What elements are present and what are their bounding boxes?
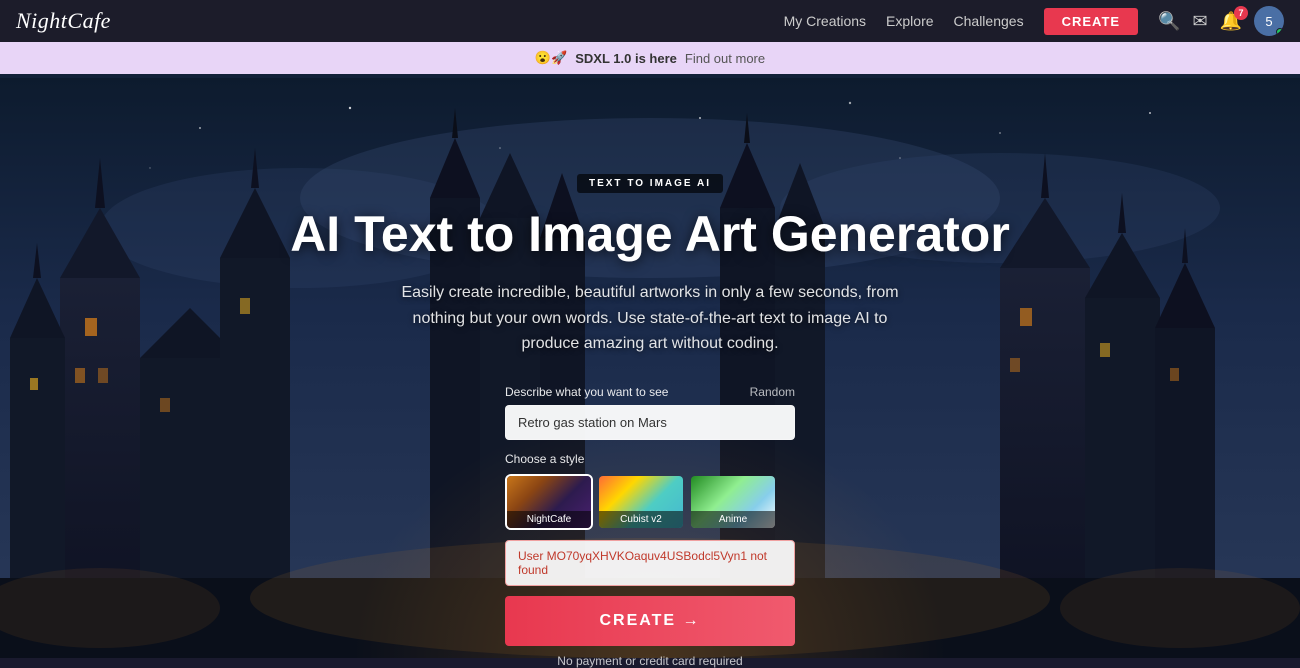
logo[interactable]: NightCafe	[16, 8, 111, 34]
navbar-right: My Creations Explore Challenges CREATE 🔍…	[784, 6, 1284, 36]
style-label: Choose a style	[505, 452, 795, 466]
style-nightcafe[interactable]: NightCafe	[505, 474, 593, 530]
nav-icons: 🔍 ✉ 🔔 7 5	[1158, 6, 1284, 36]
style-cubist[interactable]: Cubist v2	[597, 474, 685, 530]
online-indicator	[1276, 28, 1284, 36]
main-content: TEXT TO IMAGE AI AI Text to Image Art Ge…	[0, 74, 1300, 658]
announcement-text: SDXL 1.0 is here	[575, 51, 677, 66]
main-title: AI Text to Image Art Generator	[290, 207, 1010, 262]
style-anime[interactable]: Anime	[689, 474, 777, 530]
prompt-input[interactable]	[505, 405, 795, 440]
subtitle: Easily create incredible, beautiful artw…	[390, 280, 910, 357]
style-nightcafe-label: NightCafe	[507, 511, 591, 528]
describe-label: Describe what you want to see	[505, 385, 668, 399]
announcement-banner: 😮🚀 SDXL 1.0 is here Find out more	[0, 42, 1300, 74]
style-options: NightCafe Cubist v2 Anime	[505, 474, 795, 530]
search-icon[interactable]: 🔍	[1158, 11, 1180, 32]
tag-label: TEXT TO IMAGE AI	[577, 174, 723, 193]
avatar[interactable]: 5	[1254, 6, 1284, 36]
error-message: User MO70yqXHVKOaquv4USBodcl5Vyn1 not fo…	[505, 540, 795, 586]
nav-create-button[interactable]: CREATE	[1044, 8, 1138, 35]
nav-my-creations[interactable]: My Creations	[784, 13, 866, 29]
avatar-count: 5	[1265, 14, 1272, 29]
nav-explore[interactable]: Explore	[886, 13, 933, 29]
style-cubist-label: Cubist v2	[599, 511, 683, 528]
notification-badge: 7	[1234, 6, 1248, 20]
mail-icon[interactable]: ✉	[1192, 11, 1207, 32]
describe-label-row: Describe what you want to see Random	[505, 385, 795, 399]
create-button[interactable]: CREATE →	[505, 596, 795, 646]
style-anime-label: Anime	[691, 511, 775, 528]
random-link[interactable]: Random	[750, 385, 795, 399]
creation-form: Describe what you want to see Random Cho…	[505, 385, 795, 668]
announcement-emoji: 😮🚀	[535, 50, 567, 66]
navbar: NightCafe My Creations Explore Challenge…	[0, 0, 1300, 42]
announcement-link[interactable]: Find out more	[685, 51, 765, 66]
no-payment-text: No payment or credit card required	[505, 654, 795, 668]
bell-icon[interactable]: 🔔 7	[1220, 11, 1242, 32]
nav-challenges[interactable]: Challenges	[954, 13, 1024, 29]
